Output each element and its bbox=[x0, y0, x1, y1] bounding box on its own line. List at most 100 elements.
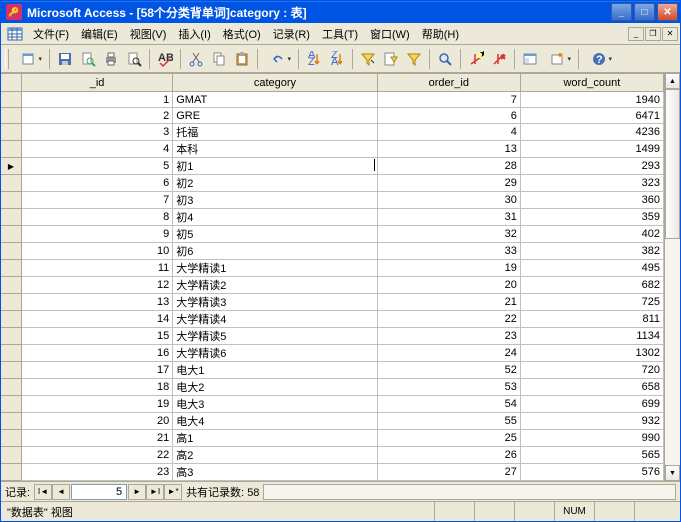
cell-order-id[interactable]: 25 bbox=[377, 430, 520, 447]
row-selector[interactable] bbox=[1, 192, 21, 209]
cell-id[interactable]: 14 bbox=[21, 311, 172, 328]
cell-id[interactable]: 18 bbox=[21, 379, 172, 396]
row-selector[interactable] bbox=[1, 430, 21, 447]
cell-id[interactable]: 3 bbox=[21, 124, 172, 141]
table-row[interactable]: 18 电大2 53 658 bbox=[1, 379, 664, 396]
filter-form-button[interactable] bbox=[380, 48, 402, 70]
undo-button[interactable] bbox=[262, 48, 294, 70]
cell-category[interactable]: 电大1 bbox=[173, 362, 377, 379]
horizontal-scrollbar[interactable] bbox=[263, 484, 676, 500]
row-selector[interactable] bbox=[1, 260, 21, 277]
cell-id[interactable]: 4 bbox=[21, 141, 172, 158]
cell-word-count[interactable]: 323 bbox=[520, 175, 663, 192]
mdi-restore-button[interactable]: ❐ bbox=[645, 27, 661, 41]
cell-category[interactable]: 大学精读6 bbox=[173, 345, 377, 362]
table-row[interactable]: 9 初5 32 402 bbox=[1, 226, 664, 243]
cell-category[interactable]: 托福 bbox=[173, 124, 377, 141]
maximize-button[interactable]: □ bbox=[634, 3, 655, 21]
cell-order-id[interactable]: 23 bbox=[377, 328, 520, 345]
table-row[interactable]: 16 大学精读6 24 1302 bbox=[1, 345, 664, 362]
cell-category[interactable]: 大学精读5 bbox=[173, 328, 377, 345]
cell-id[interactable]: 8 bbox=[21, 209, 172, 226]
cell-category[interactable]: 初6 bbox=[173, 243, 377, 260]
data-grid[interactable]: _id category order_id word_count 1 GMAT … bbox=[1, 73, 664, 481]
table-row[interactable]: 2 GRE 6 6471 bbox=[1, 108, 664, 124]
row-selector[interactable] bbox=[1, 209, 21, 226]
cell-word-count[interactable]: 1134 bbox=[520, 328, 663, 345]
db-window-button[interactable] bbox=[519, 48, 541, 70]
cell-order-id[interactable]: 55 bbox=[377, 413, 520, 430]
table-row[interactable]: 4 本科 13 1499 bbox=[1, 141, 664, 158]
row-selector[interactable] bbox=[1, 447, 21, 464]
cell-category[interactable]: 初3 bbox=[173, 192, 377, 209]
row-selector[interactable] bbox=[1, 92, 21, 108]
cell-word-count[interactable]: 576 bbox=[520, 464, 663, 481]
cell-word-count[interactable]: 359 bbox=[520, 209, 663, 226]
table-row[interactable]: 22 高2 26 565 bbox=[1, 447, 664, 464]
cell-order-id[interactable]: 7 bbox=[377, 92, 520, 108]
vertical-scrollbar[interactable]: ▲ ▼ bbox=[664, 73, 680, 481]
cell-order-id[interactable]: 21 bbox=[377, 294, 520, 311]
cell-order-id[interactable]: 28 bbox=[377, 158, 520, 175]
table-row[interactable]: 3 托福 4 4236 bbox=[1, 124, 664, 141]
cell-word-count[interactable]: 402 bbox=[520, 226, 663, 243]
spellcheck-button[interactable]: ABC bbox=[154, 48, 176, 70]
table-row[interactable]: ▶ 5 初1 28 293 bbox=[1, 158, 664, 175]
column-header-word-count[interactable]: word_count bbox=[520, 74, 663, 92]
cell-order-id[interactable]: 26 bbox=[377, 447, 520, 464]
table-row[interactable]: 14 大学精读4 22 811 bbox=[1, 311, 664, 328]
cell-order-id[interactable]: 27 bbox=[377, 464, 520, 481]
copy-button[interactable] bbox=[208, 48, 230, 70]
row-selector[interactable] bbox=[1, 243, 21, 260]
cell-id[interactable]: 11 bbox=[21, 260, 172, 277]
search-file-button[interactable] bbox=[77, 48, 99, 70]
sort-asc-button[interactable]: AZ bbox=[303, 48, 325, 70]
cell-category[interactable]: 高1 bbox=[173, 430, 377, 447]
first-record-button[interactable]: ꓲ◄ bbox=[34, 484, 52, 500]
cell-word-count[interactable]: 990 bbox=[520, 430, 663, 447]
filter-toggle-button[interactable] bbox=[403, 48, 425, 70]
cell-order-id[interactable]: 6 bbox=[377, 108, 520, 124]
new-record-nav-button[interactable]: ►* bbox=[164, 484, 182, 500]
select-all-cell[interactable] bbox=[1, 74, 21, 92]
new-record-button[interactable]: ★ bbox=[465, 48, 487, 70]
cell-id[interactable]: 9 bbox=[21, 226, 172, 243]
menu-insert[interactable]: 插入(I) bbox=[172, 24, 216, 44]
mdi-close-button[interactable]: ✕ bbox=[662, 27, 678, 41]
find-button[interactable] bbox=[434, 48, 456, 70]
scroll-thumb[interactable] bbox=[665, 89, 680, 239]
cell-word-count[interactable]: 360 bbox=[520, 192, 663, 209]
cell-order-id[interactable]: 54 bbox=[377, 396, 520, 413]
cell-category[interactable]: 高2 bbox=[173, 447, 377, 464]
cell-word-count[interactable]: 293 bbox=[520, 158, 663, 175]
cell-category[interactable]: 大学精读4 bbox=[173, 311, 377, 328]
table-row[interactable]: 10 初6 33 382 bbox=[1, 243, 664, 260]
cell-id[interactable]: 13 bbox=[21, 294, 172, 311]
menu-edit[interactable]: 编辑(E) bbox=[75, 24, 124, 44]
column-header-order-id[interactable]: order_id bbox=[377, 74, 520, 92]
table-row[interactable]: 21 高1 25 990 bbox=[1, 430, 664, 447]
filter-selection-button[interactable] bbox=[357, 48, 379, 70]
cell-word-count[interactable]: 811 bbox=[520, 311, 663, 328]
cell-order-id[interactable]: 31 bbox=[377, 209, 520, 226]
delete-record-button[interactable] bbox=[488, 48, 510, 70]
save-button[interactable] bbox=[54, 48, 76, 70]
cell-id[interactable]: 2 bbox=[21, 108, 172, 124]
menu-file[interactable]: 文件(F) bbox=[27, 24, 75, 44]
row-selector[interactable] bbox=[1, 413, 21, 430]
scroll-up-button[interactable]: ▲ bbox=[665, 73, 680, 89]
scroll-track[interactable] bbox=[665, 89, 680, 465]
row-selector[interactable] bbox=[1, 141, 21, 158]
row-selector[interactable] bbox=[1, 311, 21, 328]
cell-category[interactable]: 本科 bbox=[173, 141, 377, 158]
cell-word-count[interactable]: 495 bbox=[520, 260, 663, 277]
record-number-input[interactable] bbox=[71, 484, 127, 500]
table-row[interactable]: 23 高3 27 576 bbox=[1, 464, 664, 481]
cell-id[interactable]: 10 bbox=[21, 243, 172, 260]
cell-id[interactable]: 16 bbox=[21, 345, 172, 362]
cell-word-count[interactable]: 1940 bbox=[520, 92, 663, 108]
row-selector[interactable]: ▶ bbox=[1, 158, 21, 175]
menu-help[interactable]: 帮助(H) bbox=[416, 24, 465, 44]
row-selector[interactable] bbox=[1, 379, 21, 396]
cell-id[interactable]: 21 bbox=[21, 430, 172, 447]
